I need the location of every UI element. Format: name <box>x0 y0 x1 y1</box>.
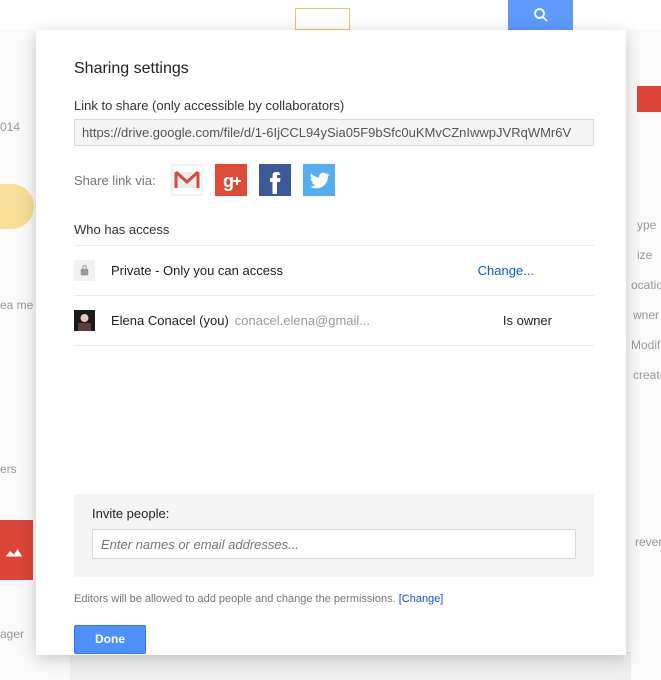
google-plus-icon[interactable]: g <box>215 164 247 196</box>
sharing-dialog: Sharing settings Link to share (only acc… <box>36 30 626 655</box>
bg-detail: create <box>633 368 661 382</box>
done-button[interactable]: Done <box>74 625 146 654</box>
access-row-private: Private - Only you can access Change... <box>74 246 594 296</box>
facebook-icon[interactable] <box>259 164 291 196</box>
bg-notice-box <box>295 8 350 30</box>
bg-label: reven <box>635 535 661 549</box>
who-has-access-header: Who has access <box>74 222 594 237</box>
bg-detail: Modified <box>631 338 661 352</box>
bg-label: ager <box>0 627 24 641</box>
permission-change-link[interactable]: [Change] <box>399 593 444 605</box>
lock-icon <box>74 260 95 281</box>
invite-input[interactable] <box>92 529 576 559</box>
invite-label: Invite people: <box>92 506 576 521</box>
owner-name: Elena Conacel (you) <box>111 313 229 328</box>
bg-label: ea me <box>0 298 33 312</box>
dialog-title: Sharing settings <box>74 60 594 78</box>
invite-people-box: Invite people: <box>74 494 594 577</box>
owner-avatar <box>74 310 95 331</box>
bg-detail: ize <box>637 248 652 262</box>
change-visibility-link[interactable]: Change... <box>478 263 534 278</box>
gmail-icon[interactable] <box>171 164 203 196</box>
bg-label: 014 <box>0 120 20 134</box>
bg-photo-tile <box>637 86 661 112</box>
permission-note-text: Editors will be allowed to add people an… <box>74 593 399 605</box>
bg-orange-circle <box>0 184 34 229</box>
share-via-label: Share link via: <box>74 173 156 188</box>
private-text: Private - Only you can access <box>111 263 478 278</box>
share-via-row: Share link via: g <box>74 164 594 196</box>
access-row-owner: Elena Conacel (you) conacel.elena@gmail..… <box>74 296 594 346</box>
bg-red-square <box>0 520 33 580</box>
bg-label: ers <box>0 462 17 476</box>
link-share-label: Link to share (only accessible by collab… <box>74 98 594 113</box>
owner-info: Elena Conacel (you) conacel.elena@gmail..… <box>111 313 503 328</box>
owner-email: conacel.elena@gmail... <box>235 313 370 328</box>
bg-detail: ype <box>637 218 656 232</box>
permission-note: Editors will be allowed to add people an… <box>74 593 594 605</box>
svg-text:g: g <box>223 171 234 191</box>
bg-detail: ocation <box>631 278 661 292</box>
owner-role: Is owner <box>503 313 552 328</box>
bg-thumbnails <box>70 652 631 680</box>
share-link-input[interactable] <box>74 119 594 146</box>
bg-search-button <box>508 0 573 30</box>
access-list: Private - Only you can access Change... … <box>74 245 594 346</box>
twitter-icon[interactable] <box>303 164 335 196</box>
bg-detail: wner <box>633 308 659 322</box>
